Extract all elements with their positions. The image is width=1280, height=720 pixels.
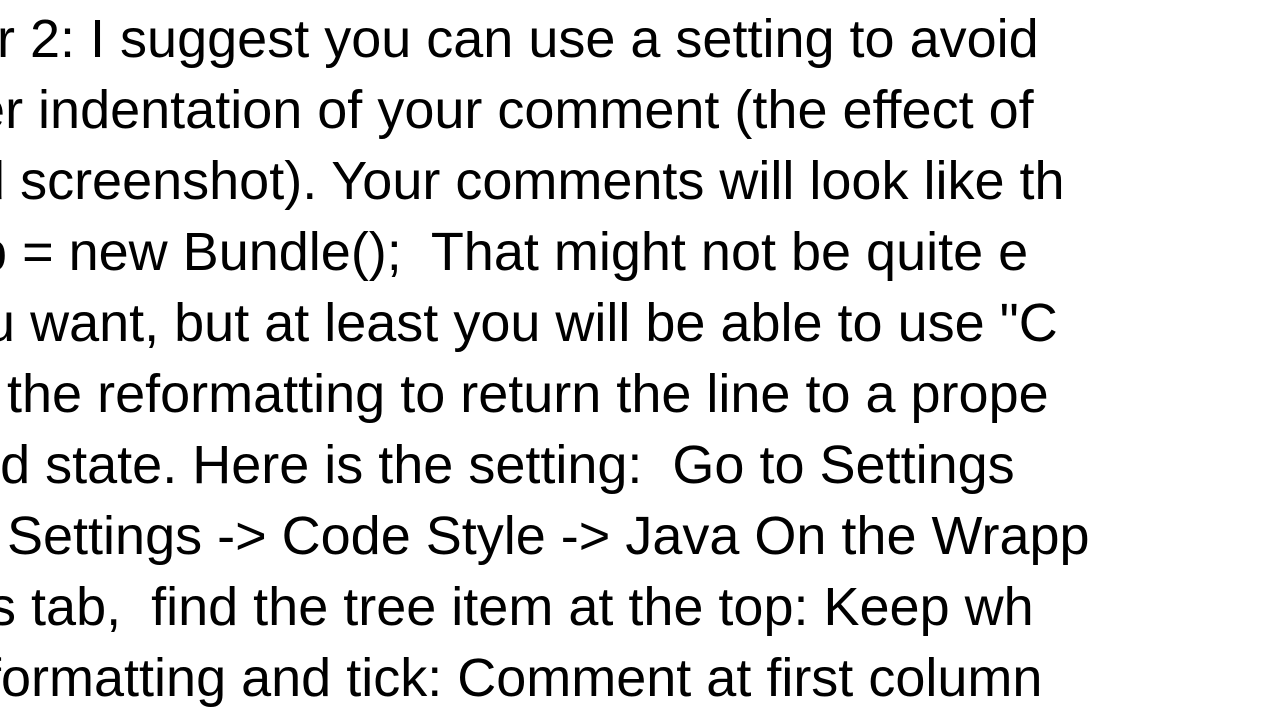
text-line: nd screenshot). Your comments will look … bbox=[0, 146, 1065, 217]
text-line: her indentation of your comment (the eff… bbox=[0, 75, 1049, 146]
text-line: reformatting and tick: Comment at first … bbox=[0, 643, 1042, 714]
text-line: you want, but at least you will be able … bbox=[0, 288, 1058, 359]
text-line: Settings -> Code Style -> Java On the Wr… bbox=[0, 501, 1090, 572]
text-line: er the reformatting to return the line t… bbox=[0, 359, 1049, 430]
text-line: wer 2: I suggest you can use a setting t… bbox=[0, 4, 1039, 75]
text-line: gned state. Here is the setting: Go to S… bbox=[0, 430, 1030, 501]
text-line: ces tab, find the tree item at the top: … bbox=[0, 572, 1034, 643]
text-line: e b = new Bundle(); That might not be qu… bbox=[0, 217, 1028, 288]
